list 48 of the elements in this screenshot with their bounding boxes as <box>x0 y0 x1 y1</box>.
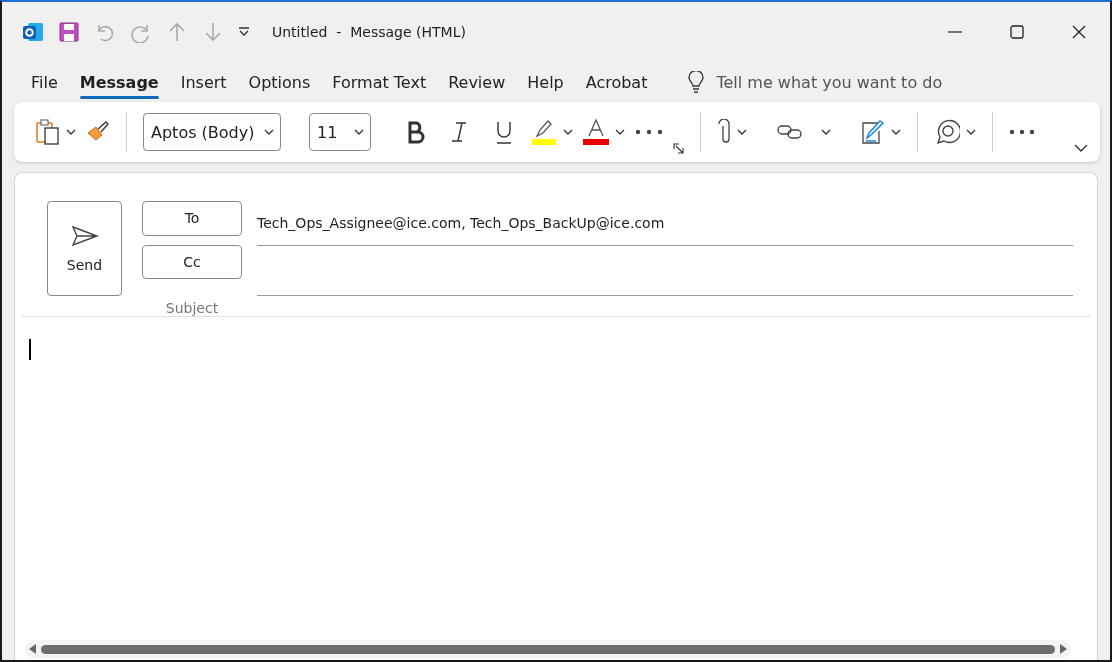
cc-button[interactable]: Cc <box>142 244 242 279</box>
ribbon-tab[interactable]: Help <box>516 68 575 96</box>
chevron-down-icon[interactable] <box>563 129 573 135</box>
app-logo-icon <box>22 21 44 43</box>
chevron-down-icon[interactable] <box>264 129 274 135</box>
paperclip-icon[interactable] <box>717 119 731 145</box>
format-painter-icon[interactable] <box>86 121 110 143</box>
highlighter-icon[interactable] <box>531 119 557 145</box>
link-icon[interactable] <box>777 124 803 140</box>
chevron-down-icon[interactable] <box>891 129 901 135</box>
send-icon <box>70 224 99 247</box>
chevron-down-icon[interactable] <box>354 129 364 135</box>
chevron-down-icon[interactable] <box>821 129 831 135</box>
chat-bubble-icon[interactable] <box>934 119 960 145</box>
ribbon-tab[interactable]: Options <box>237 68 322 96</box>
font-size-dropdown[interactable]: 11 <box>309 113 371 151</box>
chevron-down-icon[interactable] <box>66 129 76 135</box>
close-icon[interactable] <box>1072 25 1086 39</box>
paste-icon[interactable] <box>36 119 60 145</box>
expand-ribbon-icon[interactable] <box>1074 144 1088 152</box>
to-field[interactable]: Tech_Ops_Assignee@ice.com, Tech_Ops_BackUp@ice.com <box>257 201 1073 246</box>
ribbon-tab[interactable]: File <box>20 68 69 96</box>
chevron-down-icon[interactable] <box>737 129 747 135</box>
maximize-icon[interactable] <box>1010 25 1024 39</box>
send-button[interactable]: Send <box>47 201 122 296</box>
ribbon-tab[interactable]: Format Text <box>321 68 438 96</box>
chevron-down-icon[interactable] <box>966 129 976 135</box>
scroll-left-icon[interactable] <box>29 644 37 654</box>
chevron-down-icon[interactable] <box>615 129 625 135</box>
font-color-icon[interactable] <box>583 119 609 145</box>
horizontal-scrollbar[interactable] <box>25 640 1071 658</box>
scroll-right-icon[interactable] <box>1059 644 1067 654</box>
save-icon[interactable] <box>58 21 80 43</box>
window-title: Untitled - Message (HTML) <box>272 24 466 40</box>
signature-icon[interactable] <box>861 119 885 145</box>
search-field[interactable]: Tell me what you want to do <box>716 72 943 92</box>
ribbon-tab[interactable]: Acrobat <box>574 68 659 96</box>
dialog-launcher-icon[interactable] <box>673 143 684 154</box>
ribbon-tab[interactable]: Message <box>68 68 170 96</box>
ribbon-tab[interactable]: Insert <box>169 68 238 96</box>
more-icon[interactable] <box>1009 129 1035 135</box>
more-icon[interactable] <box>635 129 663 135</box>
lightbulb-icon <box>688 71 705 93</box>
to-button[interactable]: To <box>142 201 242 236</box>
subject-label: Subject <box>164 300 220 316</box>
font-dropdown[interactable]: Aptos (Body) <box>143 113 281 151</box>
ribbon-tab[interactable]: Review <box>437 68 517 96</box>
customize-toolbar-icon[interactable] <box>238 27 250 37</box>
